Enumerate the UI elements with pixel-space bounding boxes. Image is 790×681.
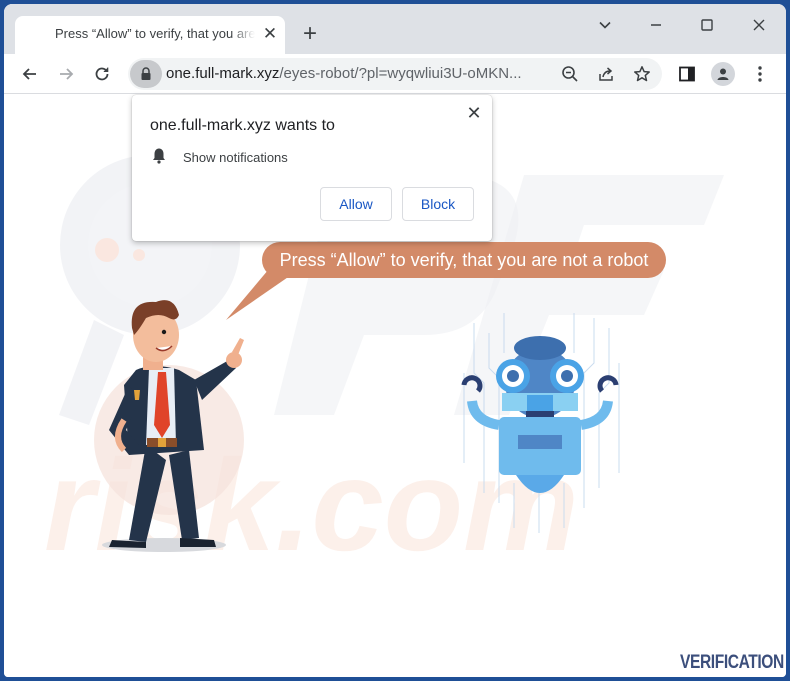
- menu-dots-icon[interactable]: [746, 60, 774, 88]
- url-domain: one.full-mark.xyz: [166, 65, 280, 82]
- businessman-illustration: [102, 300, 244, 552]
- notification-permission-prompt: ✕ one.full-mark.xyz wants to Show notifi…: [132, 95, 492, 241]
- profile-button[interactable]: [709, 60, 737, 88]
- new-tab-button[interactable]: +: [296, 20, 324, 48]
- prompt-close-icon[interactable]: ✕: [464, 103, 484, 123]
- bell-icon: [153, 148, 165, 164]
- site-info-button[interactable]: [130, 60, 162, 88]
- reload-icon[interactable]: [88, 60, 116, 88]
- tab-active[interactable]: Press “Allow” to verify, that you are no…: [15, 16, 285, 54]
- speech-bubble: Press “Allow” to verify, that you are no…: [262, 242, 666, 278]
- tab-title: Press “Allow” to verify, that you are no…: [55, 26, 255, 41]
- toolbar: one.full-mark.xyz/eyes-robot/?pl=wyqwliu…: [4, 54, 786, 94]
- url-path: /eyes-robot/?pl=wyqwliui3U-oMKN...: [279, 65, 522, 82]
- bookmark-star-icon[interactable]: [630, 62, 654, 86]
- tab-close-icon[interactable]: ✕: [260, 24, 280, 44]
- allow-button[interactable]: Allow: [320, 187, 392, 221]
- tab-strip: Press “Allow” to verify, that you are no…: [4, 4, 786, 54]
- zoom-out-icon[interactable]: [558, 62, 582, 86]
- prompt-permission-text: Show notifications: [183, 150, 288, 165]
- window-close-icon[interactable]: [744, 12, 774, 38]
- prompt-title: one.full-mark.xyz wants to: [150, 117, 335, 134]
- forward-arrow-icon[interactable]: [52, 60, 80, 88]
- profile-icon: [711, 62, 735, 86]
- minimize-icon[interactable]: [641, 12, 671, 38]
- side-panel-icon[interactable]: [673, 60, 701, 88]
- maximize-icon[interactable]: [692, 12, 722, 38]
- url-text: one.full-mark.xyz/eyes-robot/?pl=wyqwliu…: [166, 65, 522, 82]
- robot-illustration: [461, 313, 620, 533]
- back-arrow-icon[interactable]: [16, 60, 44, 88]
- browser-window: Press “Allow” to verify, that you are no…: [4, 4, 786, 677]
- share-icon[interactable]: [594, 62, 618, 86]
- tab-search-chevron-down-icon[interactable]: [590, 12, 620, 38]
- address-bar[interactable]: one.full-mark.xyz/eyes-robot/?pl=wyqwliu…: [128, 58, 662, 90]
- verification-label: VERIFICATION: [680, 652, 784, 673]
- block-button[interactable]: Block: [402, 187, 474, 221]
- lock-icon: [141, 67, 151, 80]
